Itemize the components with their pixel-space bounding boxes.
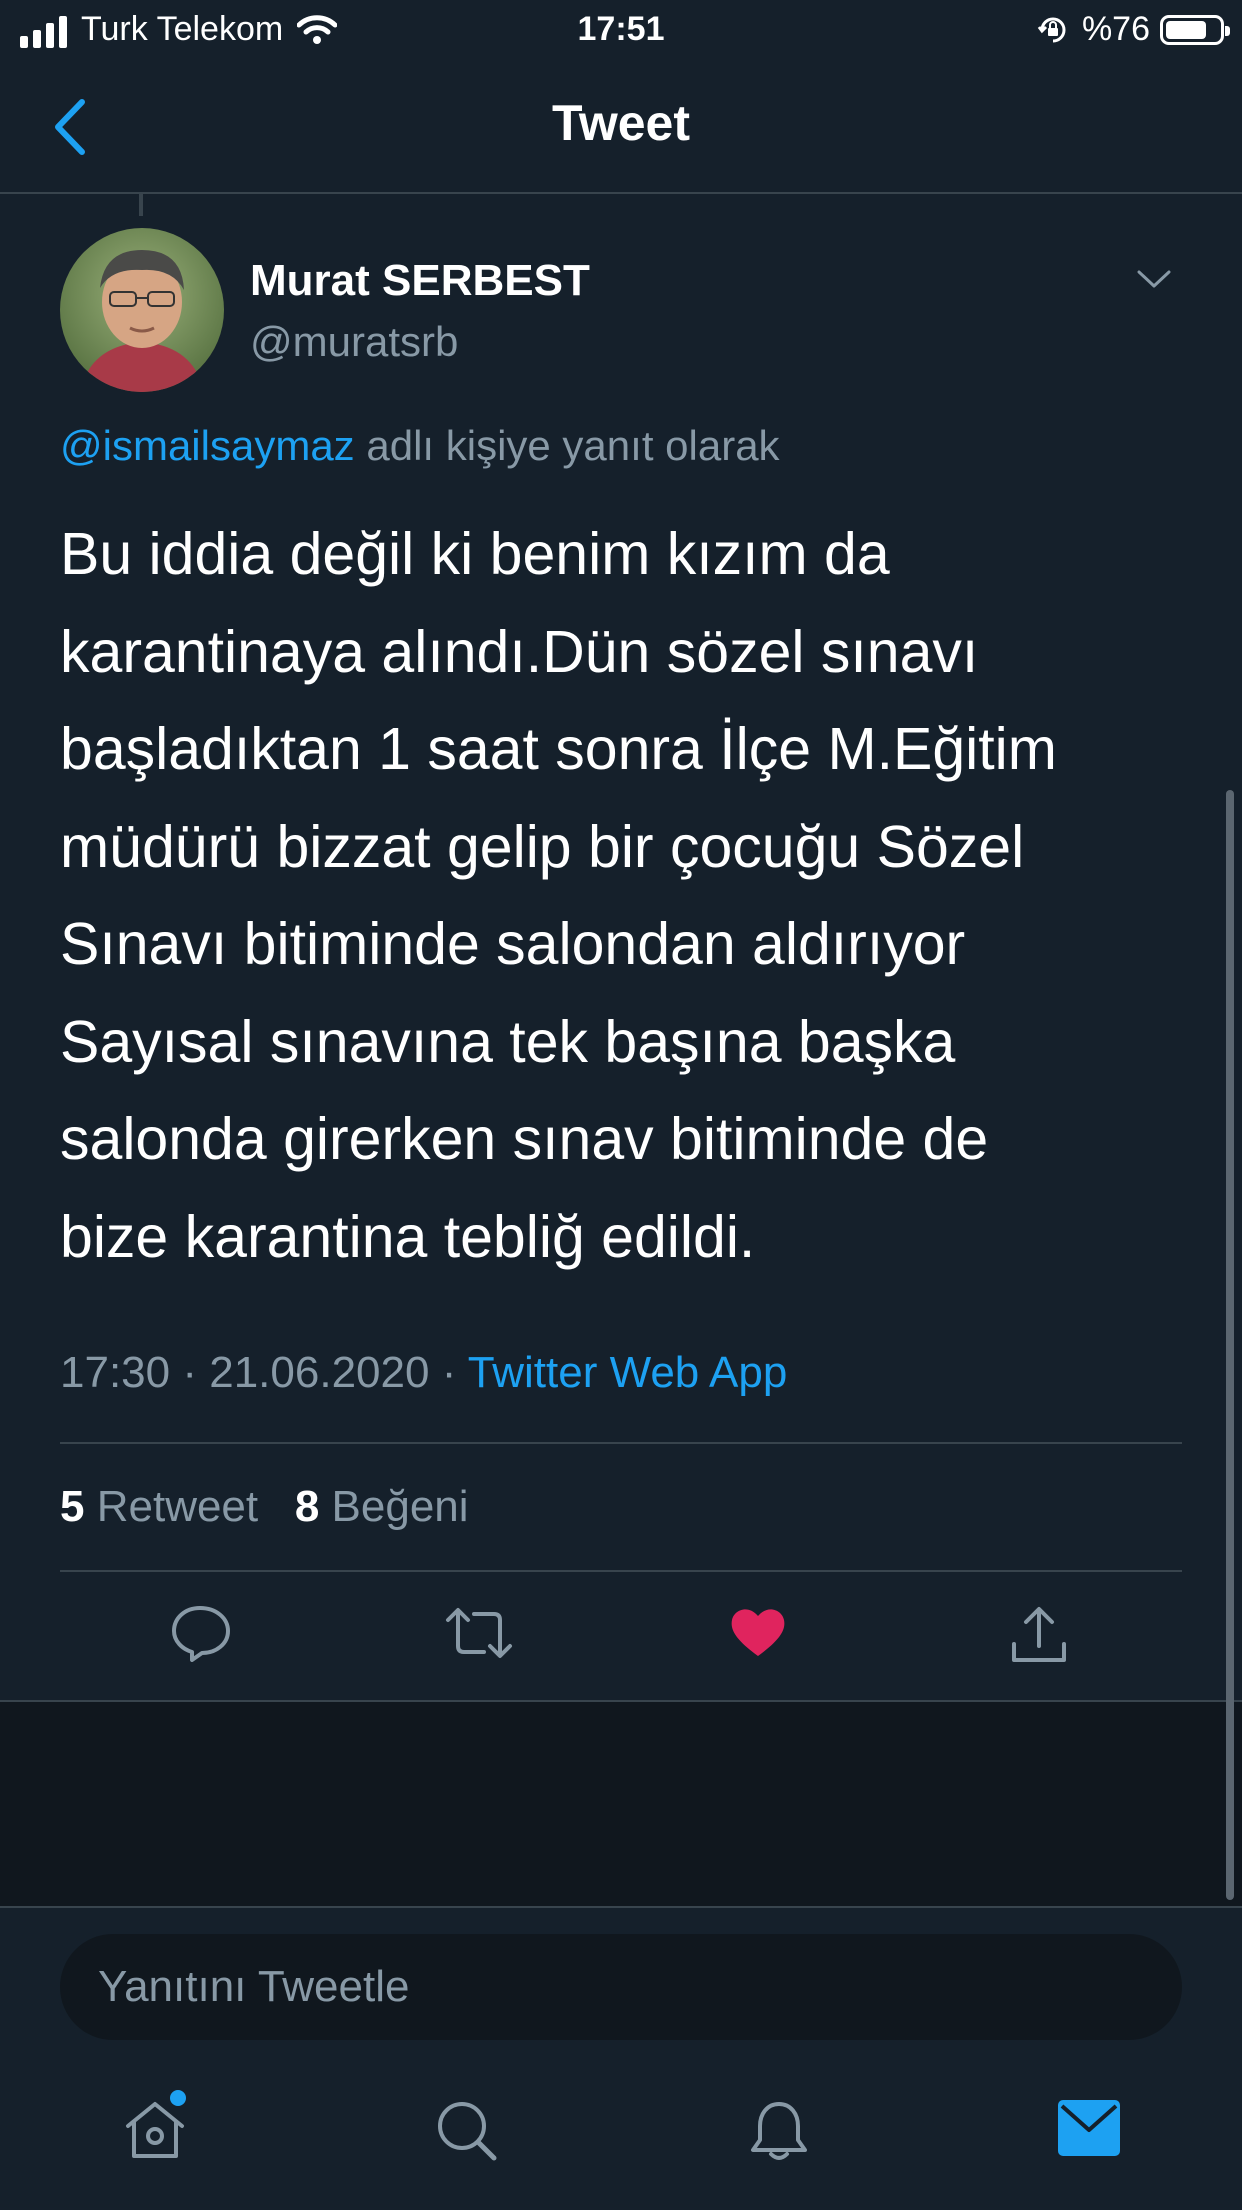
- tweet-meta: 17:30 · 21.06.2020 · Twitter Web App: [60, 1348, 787, 1398]
- replying-to-label: adlı kişiye yanıt olarak: [366, 422, 780, 469]
- divider: [60, 1442, 1182, 1444]
- battery-fill: [1166, 20, 1206, 39]
- tweet-line: Sayısal sınavına tek başına başka: [60, 1008, 956, 1075]
- scrollbar[interactable]: [1226, 790, 1234, 1900]
- battery-percent: %76: [1081, 10, 1150, 48]
- like-count: 8: [294, 1482, 320, 1531]
- avatar[interactable]: [60, 228, 224, 392]
- tweet-date: 21.06.2020: [209, 1348, 430, 1397]
- retweets-stat[interactable]: 5 Retweet: [60, 1482, 258, 1531]
- home-unread-dot: [170, 2090, 186, 2106]
- home-icon[interactable]: [122, 2098, 188, 2164]
- status-bar-right: %76: [1036, 10, 1230, 49]
- thread-connector: [139, 194, 143, 216]
- replying-to: @ismailsaymaz adlı kişiye yanıt olarak: [60, 422, 780, 470]
- battery-icon: [1160, 14, 1230, 45]
- meta-separator: ·: [441, 1348, 457, 1397]
- retweet-count: 5: [60, 1482, 85, 1531]
- tweet-line: Sınavı bitiminde salondan aldırıyor: [60, 911, 966, 977]
- empty-area: [0, 1702, 1242, 1906]
- meta-separator: ·: [182, 1348, 197, 1397]
- notifications-icon[interactable]: [748, 2098, 810, 2164]
- nav-bar: Tweet: [0, 64, 1242, 194]
- tweet-text: Bu iddia değil ki benim kızım da karanti…: [60, 506, 1200, 1286]
- reply-placeholder: Yanıtını Tweetle: [98, 1962, 410, 2011]
- like-icon[interactable]: [728, 1604, 788, 1660]
- messages-icon[interactable]: [1056, 2098, 1122, 2158]
- bottom-bar: Yanıtını Tweetle: [0, 1906, 1242, 2210]
- share-icon[interactable]: [1008, 1604, 1070, 1666]
- divider: [60, 1570, 1182, 1572]
- likes-stat[interactable]: 8 Beğeni: [295, 1482, 469, 1531]
- tweet-line: bize karantina tebliğ edildi.: [60, 1203, 756, 1270]
- page-title: Tweet: [552, 95, 690, 151]
- author-name[interactable]: Murat SERBEST: [250, 256, 590, 306]
- retweet-icon[interactable]: [444, 1604, 514, 1662]
- orientation-lock-icon: [1037, 17, 1066, 42]
- reply-icon[interactable]: [170, 1604, 232, 1662]
- like-label: Beğeni: [331, 1482, 469, 1531]
- status-bar: Turk Telekom 17:51 %76: [0, 0, 1242, 64]
- tweet-line: salonda girerken sınav bitiminde de: [60, 1106, 989, 1172]
- tweet-source-link[interactable]: Twitter Web App: [468, 1348, 788, 1397]
- tweet-stats: 5 Retweet 8 Beğeni: [60, 1482, 469, 1532]
- tweet-line: karantinaya alındı.Dün sözel sınavı: [60, 618, 979, 685]
- reply-input[interactable]: Yanıtını Tweetle: [60, 1934, 1182, 2040]
- retweet-label: Retweet: [96, 1482, 259, 1531]
- tweet-actions: [0, 1604, 1242, 1674]
- reply-mention-link[interactable]: @ismailsaymaz: [60, 422, 355, 469]
- search-icon[interactable]: [434, 2098, 500, 2164]
- tweet-line: başladıktan 1 saat sonra İlçe M.Eğitim: [60, 716, 1057, 782]
- tweet-line: Bu iddia değil ki benim kızım da: [60, 521, 890, 587]
- tweet-time: 17:30: [60, 1348, 171, 1397]
- tweet-line: müdürü bizzat gelip bir çocuğu Sözel: [60, 813, 1025, 880]
- author-handle[interactable]: @muratsrb: [250, 318, 458, 366]
- chevron-down-icon[interactable]: [1136, 268, 1172, 290]
